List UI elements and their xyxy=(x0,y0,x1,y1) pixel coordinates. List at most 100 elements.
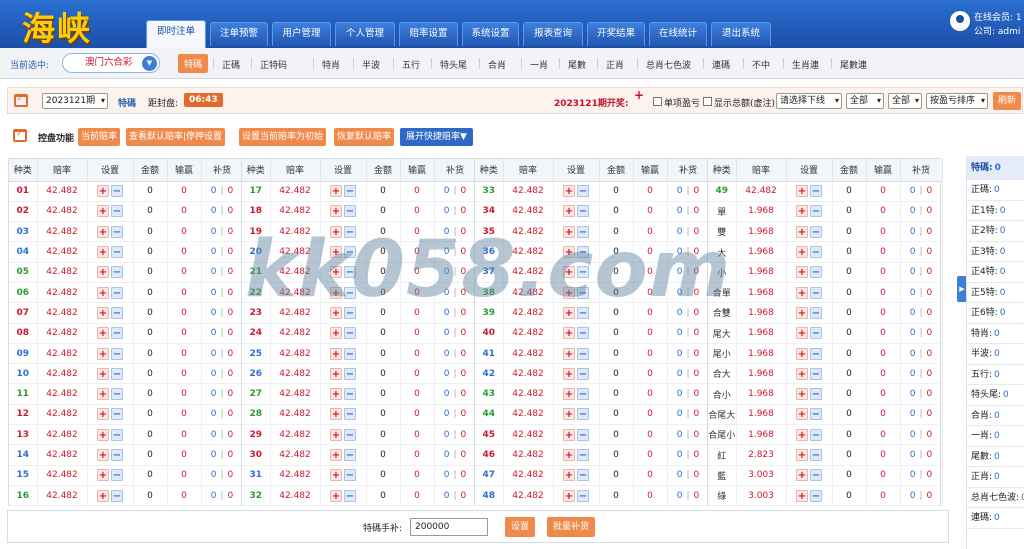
summary-item[interactable]: 正3特: 0 xyxy=(967,242,1024,262)
replenish-cell[interactable]: 0 | 0 xyxy=(201,343,244,365)
single-profit-checkbox[interactable] xyxy=(653,97,662,106)
plus-icon[interactable]: + xyxy=(330,408,342,421)
replenish-cell[interactable]: 0 | 0 xyxy=(667,262,710,283)
minus-icon[interactable]: − xyxy=(111,449,123,461)
replenish-cell[interactable]: 0 | 0 xyxy=(434,404,477,426)
minus-icon[interactable]: − xyxy=(810,225,822,238)
sort-select[interactable]: 按盈亏排序 xyxy=(926,93,988,109)
minus-icon[interactable]: − xyxy=(577,367,589,380)
minus-icon[interactable]: − xyxy=(111,347,123,360)
filter-select-1[interactable]: 全部 xyxy=(846,93,884,109)
replenish-cell[interactable]: 0 | 0 xyxy=(667,444,710,466)
replenish-cell[interactable]: 0 | 0 xyxy=(900,323,943,344)
minus-icon[interactable]: − xyxy=(344,246,356,259)
plus-icon[interactable]: + xyxy=(330,489,342,502)
minus-icon[interactable]: − xyxy=(344,428,356,441)
minus-icon[interactable]: − xyxy=(577,428,589,441)
minus-icon[interactable]: − xyxy=(111,388,123,401)
plus-icon[interactable]: + xyxy=(330,185,342,198)
minus-icon[interactable]: − xyxy=(810,185,822,198)
minus-icon[interactable]: − xyxy=(810,388,822,401)
main-tab[interactable]: 即时注单 xyxy=(146,20,206,48)
minus-icon[interactable]: − xyxy=(111,428,123,441)
play-tab[interactable]: 正碼 xyxy=(222,58,240,71)
replenish-cell[interactable]: 0 | 0 xyxy=(900,363,943,385)
replenish-cell[interactable]: 0 | 0 xyxy=(434,262,477,283)
replenish-cell[interactable]: 0 | 0 xyxy=(434,201,477,223)
play-tab[interactable]: 合肖 xyxy=(488,58,506,71)
replenish-cell[interactable]: 0 | 0 xyxy=(900,221,943,243)
minus-icon[interactable]: − xyxy=(810,428,822,441)
minus-icon[interactable]: − xyxy=(111,246,123,259)
replenish-cell[interactable]: 0 | 0 xyxy=(900,404,943,426)
play-tab[interactable]: 五行 xyxy=(402,58,420,71)
replenish-cell[interactable]: 0 | 0 xyxy=(900,241,943,263)
replenish-cell[interactable]: 0 | 0 xyxy=(900,485,943,507)
virtual-total-checkbox[interactable] xyxy=(703,97,712,106)
minus-icon[interactable]: − xyxy=(810,347,822,360)
minus-icon[interactable]: − xyxy=(344,347,356,360)
replenish-cell[interactable]: 0 | 0 xyxy=(667,241,710,263)
summary-item[interactable]: 正6特: 0 xyxy=(967,303,1024,324)
minus-icon[interactable]: − xyxy=(111,306,123,319)
plus-icon[interactable]: + xyxy=(97,347,109,360)
replenish-cell[interactable]: 0 | 0 xyxy=(434,302,477,324)
minus-icon[interactable]: − xyxy=(810,266,822,279)
minus-icon[interactable]: − xyxy=(577,388,589,401)
plus-icon[interactable]: + xyxy=(563,266,575,279)
main-tab[interactable]: 退出系统 xyxy=(711,22,771,46)
replenish-cell[interactable]: 0 | 0 xyxy=(900,383,943,405)
minus-icon[interactable]: − xyxy=(111,408,123,421)
summary-item[interactable]: 正2特: 0 xyxy=(967,221,1024,242)
minus-icon[interactable]: − xyxy=(577,286,589,299)
plus-icon[interactable]: + xyxy=(563,489,575,502)
filter-select-2[interactable]: 全部 xyxy=(888,93,922,109)
summary-item[interactable]: 正4特: 0 xyxy=(967,262,1024,283)
replenish-cell[interactable]: 0 | 0 xyxy=(434,343,477,365)
play-tab[interactable]: 一肖 xyxy=(530,58,548,71)
plus-icon[interactable]: + xyxy=(796,469,808,482)
replenish-cell[interactable]: 0 | 0 xyxy=(434,424,477,446)
main-tab[interactable]: 报表查询 xyxy=(523,22,583,46)
main-tab[interactable]: 注单预警 xyxy=(210,22,268,46)
summary-item[interactable]: 一肖: 0 xyxy=(967,426,1024,447)
plus-icon[interactable]: + xyxy=(97,185,109,198)
plus-icon[interactable]: + xyxy=(97,246,109,259)
plus-icon[interactable]: + xyxy=(330,347,342,360)
minus-icon[interactable]: − xyxy=(111,286,123,299)
play-tab[interactable]: 总肖七色波 xyxy=(646,58,691,71)
replenish-cell[interactable]: 0 | 0 xyxy=(434,241,477,263)
replenish-cell[interactable]: 0 | 0 xyxy=(667,282,710,304)
set-initial-odds-button[interactable]: 设置当前赔率为初始 xyxy=(239,128,327,146)
replenish-cell[interactable]: 0 | 0 xyxy=(434,444,477,466)
minus-icon[interactable]: − xyxy=(810,489,822,502)
minus-icon[interactable]: − xyxy=(344,469,356,482)
plus-icon[interactable]: + xyxy=(796,185,808,198)
main-tab[interactable]: 用户管理 xyxy=(272,22,331,46)
play-tab[interactable]: 半波 xyxy=(362,58,380,71)
plus-icon[interactable]: + xyxy=(796,367,808,380)
play-tab[interactable]: 特碼 xyxy=(178,54,209,73)
minus-icon[interactable]: − xyxy=(111,185,123,198)
summary-item[interactable]: 总肖七色波:0 xyxy=(967,488,1024,508)
replenish-cell[interactable]: 0 | 0 xyxy=(434,181,477,202)
replenish-cell[interactable]: 0 | 0 xyxy=(667,404,710,426)
minus-icon[interactable]: − xyxy=(577,469,589,482)
minus-icon[interactable]: − xyxy=(810,327,822,340)
plus-icon[interactable]: + xyxy=(563,306,575,319)
plus-icon[interactable]: + xyxy=(330,428,342,441)
plus-icon[interactable]: + xyxy=(563,388,575,401)
plus-icon[interactable]: + xyxy=(796,388,808,401)
plus-icon[interactable]: + xyxy=(330,388,342,401)
plus-icon[interactable]: + xyxy=(330,286,342,299)
minus-icon[interactable]: − xyxy=(344,388,356,401)
replenish-cell[interactable]: 0 | 0 xyxy=(667,485,710,507)
summary-item[interactable]: 正肖: 0 xyxy=(967,467,1024,488)
minus-icon[interactable]: − xyxy=(111,327,123,340)
replenish-cell[interactable]: 0 | 0 xyxy=(201,444,244,466)
plus-icon[interactable]: + xyxy=(330,306,342,319)
plus-icon[interactable]: + xyxy=(796,306,808,319)
summary-item[interactable]: 特头尾: 0 xyxy=(967,385,1024,406)
summary-item[interactable]: 五行: 0 xyxy=(967,365,1024,385)
replenish-cell[interactable]: 0 | 0 xyxy=(900,343,943,365)
